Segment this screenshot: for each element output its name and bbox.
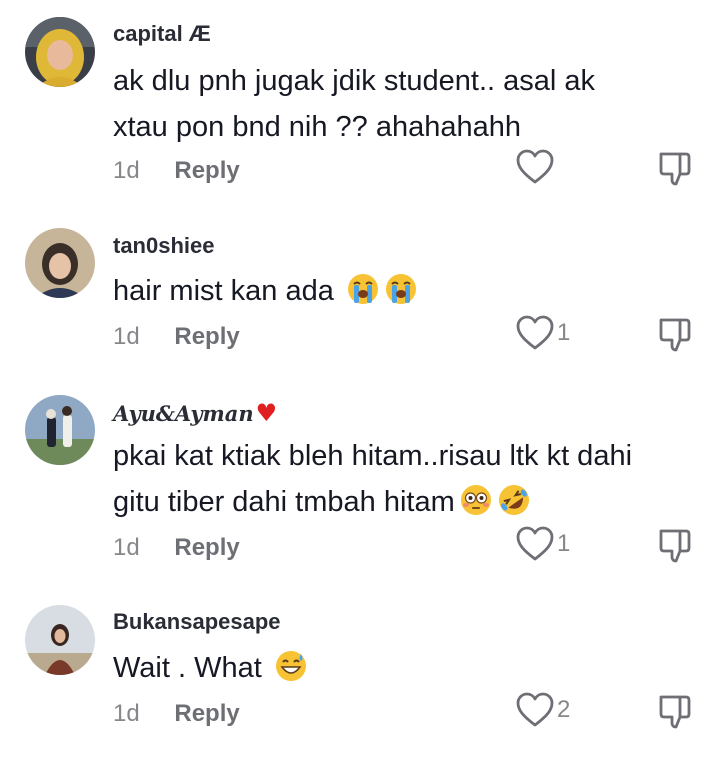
comment-text: pkai kat ktiak bleh hitam..risau ltk kt … [113, 433, 703, 525]
dislike-button[interactable] [655, 149, 695, 189]
comment-username-text: Ayu&Ayman [113, 401, 254, 426]
comment-text-line: Wait . What [113, 652, 262, 684]
comment-username[interactable]: capital Æ [113, 21, 211, 47]
reply-button[interactable]: Reply [174, 323, 239, 350]
user-avatar-person-icon [25, 605, 95, 675]
thumbs-down-icon [659, 695, 691, 729]
comment-username[interactable]: tan0shiee [113, 233, 215, 259]
user-avatar-hijab-icon [25, 17, 95, 87]
heart-outline-icon [516, 526, 554, 561]
user-avatar-couple-icon [25, 395, 95, 465]
user-avatar-child-icon [25, 228, 95, 298]
like-count: 1 [557, 530, 571, 557]
comment-text-line: ak dlu pnh jugak jdik student.. asal ak [113, 65, 596, 97]
comment-username[interactable]: Ayu&Ayman♥ [113, 398, 277, 427]
comment-text-line: hair mist kan ada [113, 275, 334, 307]
comment-text-line: xtau pon bnd nih ?? ahahahahh [113, 111, 521, 143]
avatar[interactable] [25, 395, 95, 465]
comment-text: hair mist kan ada [113, 268, 703, 314]
heart-outline-icon [516, 692, 554, 727]
heart-outline-icon [516, 149, 554, 184]
loudly-crying-face-icon [346, 272, 380, 306]
reply-button[interactable]: Reply [174, 534, 239, 561]
avatar[interactable] [25, 605, 95, 675]
red-heart-icon: ♥ [255, 398, 278, 427]
like-count: 2 [557, 696, 571, 723]
comment-username[interactable]: Bukansapesape [113, 609, 281, 635]
thumbs-down-icon [659, 529, 691, 563]
comment-text: Wait . What [113, 645, 703, 691]
comment-meta: 1d Reply [113, 700, 240, 728]
reply-button[interactable]: Reply [174, 700, 239, 727]
avatar[interactable] [25, 17, 95, 87]
comment-text-line-2: gitu tiber dahi tmbah hitam [113, 486, 455, 518]
dislike-button[interactable] [655, 692, 695, 732]
thumbs-down-icon [659, 318, 691, 352]
flushed-face-icon [459, 483, 493, 517]
comment-timestamp: 1d [113, 157, 140, 184]
avatar[interactable] [25, 228, 95, 298]
comment-timestamp: 1d [113, 700, 140, 727]
like-button[interactable]: 1 [515, 524, 570, 564]
like-button[interactable]: 1 [515, 313, 570, 353]
comment-text: ak dlu pnh jugak jdik student.. asal ak … [113, 58, 703, 150]
reply-button[interactable]: Reply [174, 157, 239, 184]
like-button[interactable]: 2 [515, 690, 570, 730]
heart-outline-icon [516, 315, 554, 350]
comment-text-line: gitu tiber dahi tmbah hitam [113, 479, 703, 525]
like-count: 1 [557, 319, 571, 346]
comment-meta: 1d Reply [113, 534, 240, 562]
rolling-on-floor-laughing-icon [497, 483, 531, 517]
thumbs-down-icon [659, 152, 691, 186]
dislike-button[interactable] [655, 526, 695, 566]
comment-timestamp: 1d [113, 323, 140, 350]
comment-text-line: pkai kat ktiak bleh hitam..risau ltk kt … [113, 440, 633, 472]
comment-meta: 1d Reply [113, 157, 240, 185]
like-button[interactable] [515, 147, 557, 187]
loudly-crying-face-icon [384, 272, 418, 306]
comment-timestamp: 1d [113, 534, 140, 561]
dislike-button[interactable] [655, 315, 695, 355]
grinning-sweat-face-icon [274, 649, 308, 683]
comment-meta: 1d Reply [113, 323, 240, 351]
